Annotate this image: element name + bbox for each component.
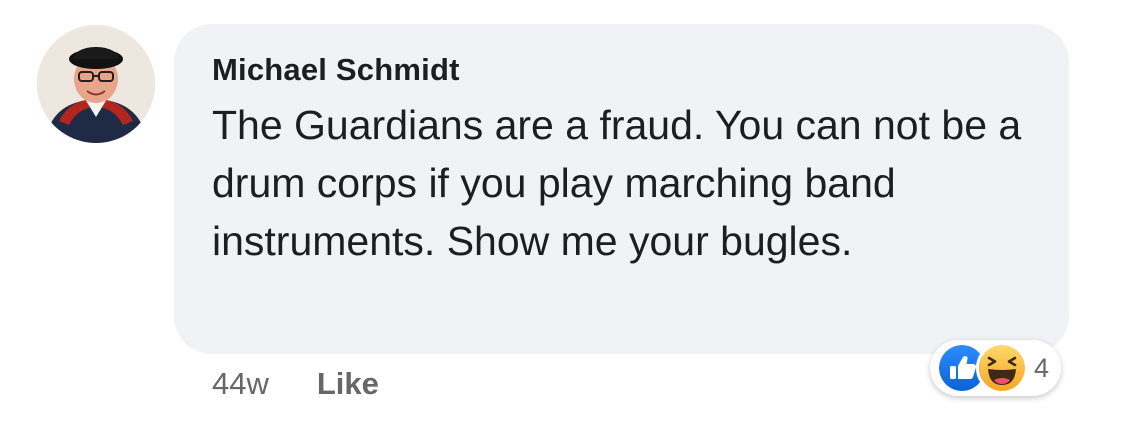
comment-actions: 44w Like — [212, 362, 379, 406]
like-button[interactable]: Like — [317, 366, 379, 402]
reactions-summary[interactable]: 4 — [930, 340, 1062, 396]
avatar-photo — [37, 25, 155, 143]
reaction-count: 4 — [1034, 352, 1050, 383]
comment-bubble: Michael Schmidt The Guardians are a frau… — [174, 24, 1069, 354]
avatar[interactable] — [37, 25, 155, 143]
comment-text: The Guardians are a fraud. You can not b… — [212, 102, 1022, 264]
comment-author[interactable]: Michael Schmidt — [212, 50, 1029, 90]
comment-timestamp[interactable]: 44w — [212, 366, 269, 402]
haha-reaction-icon — [976, 342, 1028, 394]
